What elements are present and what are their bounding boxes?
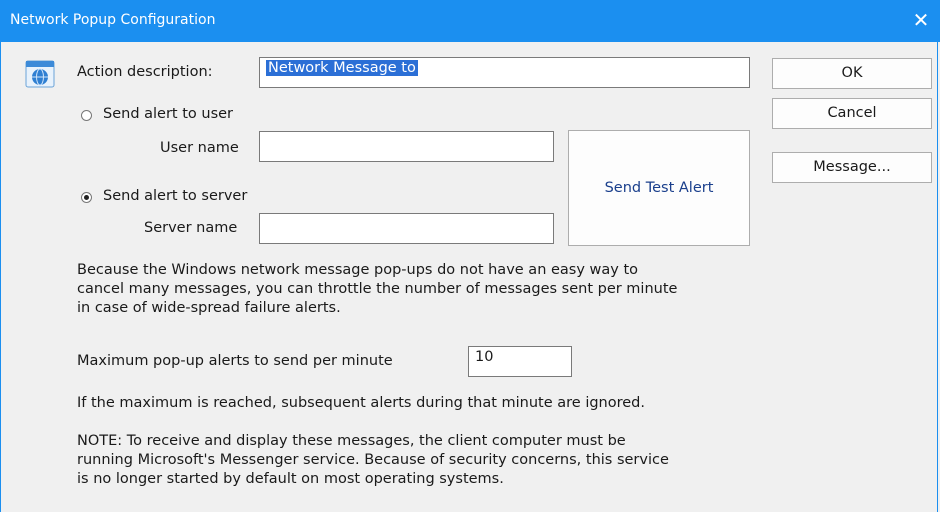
throttle-note-line: in case of wide-spread failure alerts.: [77, 300, 341, 316]
send-test-alert-label: Send Test Alert: [604, 180, 714, 196]
ignored-note: If the maximum is reached, subsequent al…: [77, 395, 645, 411]
server-name-input[interactable]: [259, 213, 554, 244]
title-bar: Network Popup Configuration ✕: [0, 0, 940, 42]
action-description-input[interactable]: Network Message to: [259, 57, 750, 88]
ok-button[interactable]: OK: [772, 58, 932, 89]
action-description-value: Network Message to: [266, 60, 418, 76]
throttle-note-line: Because the Windows network message pop-…: [77, 262, 639, 278]
send-test-alert-button[interactable]: Send Test Alert: [568, 130, 750, 246]
message-button[interactable]: Message...: [772, 152, 932, 183]
message-label: Message...: [813, 159, 891, 175]
ok-label: OK: [841, 65, 863, 81]
window-title: Network Popup Configuration: [10, 12, 216, 28]
send-to-server-radio[interactable]: [81, 192, 92, 203]
send-to-user-radio[interactable]: [81, 110, 92, 121]
messenger-note-line: running Microsoft's Messenger service. B…: [77, 452, 669, 468]
max-alerts-label: Maximum pop-up alerts to send per minute: [77, 353, 393, 369]
messenger-note-line: NOTE: To receive and display these messa…: [77, 433, 626, 449]
close-icon[interactable]: ✕: [910, 9, 932, 31]
messenger-note: NOTE: To receive and display these messa…: [77, 432, 669, 489]
max-alerts-value: 10: [475, 349, 494, 365]
user-name-input[interactable]: [259, 131, 554, 162]
cancel-button[interactable]: Cancel: [772, 98, 932, 129]
dialog-body: Action description: Network Message to S…: [0, 42, 938, 512]
send-to-server-label[interactable]: Send alert to server: [103, 188, 247, 204]
max-alerts-input[interactable]: 10: [468, 346, 572, 377]
send-to-user-label[interactable]: Send alert to user: [103, 106, 233, 122]
throttle-note-line: cancel many messages, you can throttle t…: [77, 281, 678, 297]
throttle-note: Because the Windows network message pop-…: [77, 261, 677, 318]
action-description-label: Action description:: [77, 64, 213, 80]
cancel-label: Cancel: [827, 105, 877, 121]
server-name-label: Server name: [144, 220, 238, 236]
user-name-label: User name: [160, 140, 239, 156]
network-window-icon: [25, 59, 55, 89]
messenger-note-line: is no longer started by default on most …: [77, 471, 504, 487]
